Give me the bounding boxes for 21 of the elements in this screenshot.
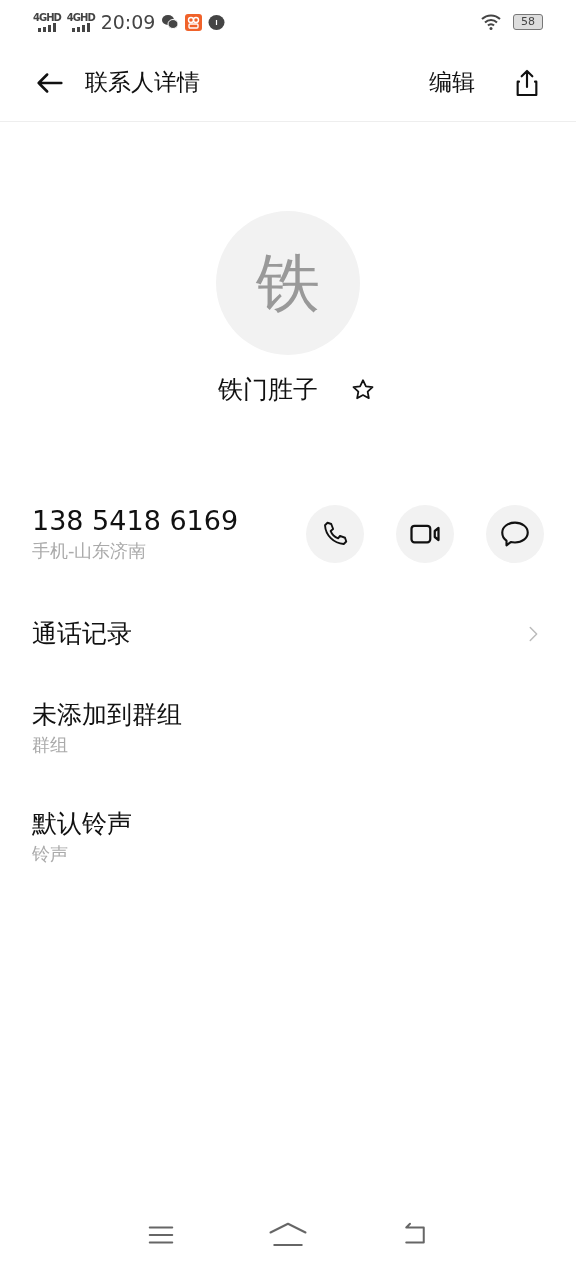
battery-indicator: 58 [513, 14, 543, 30]
wifi-icon [481, 14, 503, 30]
network-label: 4GHD [66, 12, 95, 23]
app-icon [185, 13, 203, 31]
clock: 20:09 [100, 9, 156, 35]
phone-label: 手机-山东济南 [32, 538, 148, 563]
network-label: 4GHD [33, 12, 61, 23]
signal-icon [69, 22, 92, 32]
list-row[interactable]: 通话记录 [0, 593, 576, 674]
contact-name: 铁门胜子 [218, 374, 318, 406]
app-icon [208, 13, 226, 31]
page-title: 联系人详情 [85, 68, 200, 98]
chat-icon [161, 13, 180, 31]
row-subtitle: 铃声 [32, 842, 69, 866]
row-title: 默认铃声 [32, 808, 133, 840]
signal-icon [35, 22, 58, 32]
row-title: 未添加到群组 [32, 699, 183, 731]
phone-number: 138 5418 6169 [32, 503, 240, 538]
row-subtitle: 群组 [32, 733, 69, 757]
avatar: 铁 [216, 211, 360, 355]
edit-button[interactable]: 编辑 [429, 65, 475, 100]
